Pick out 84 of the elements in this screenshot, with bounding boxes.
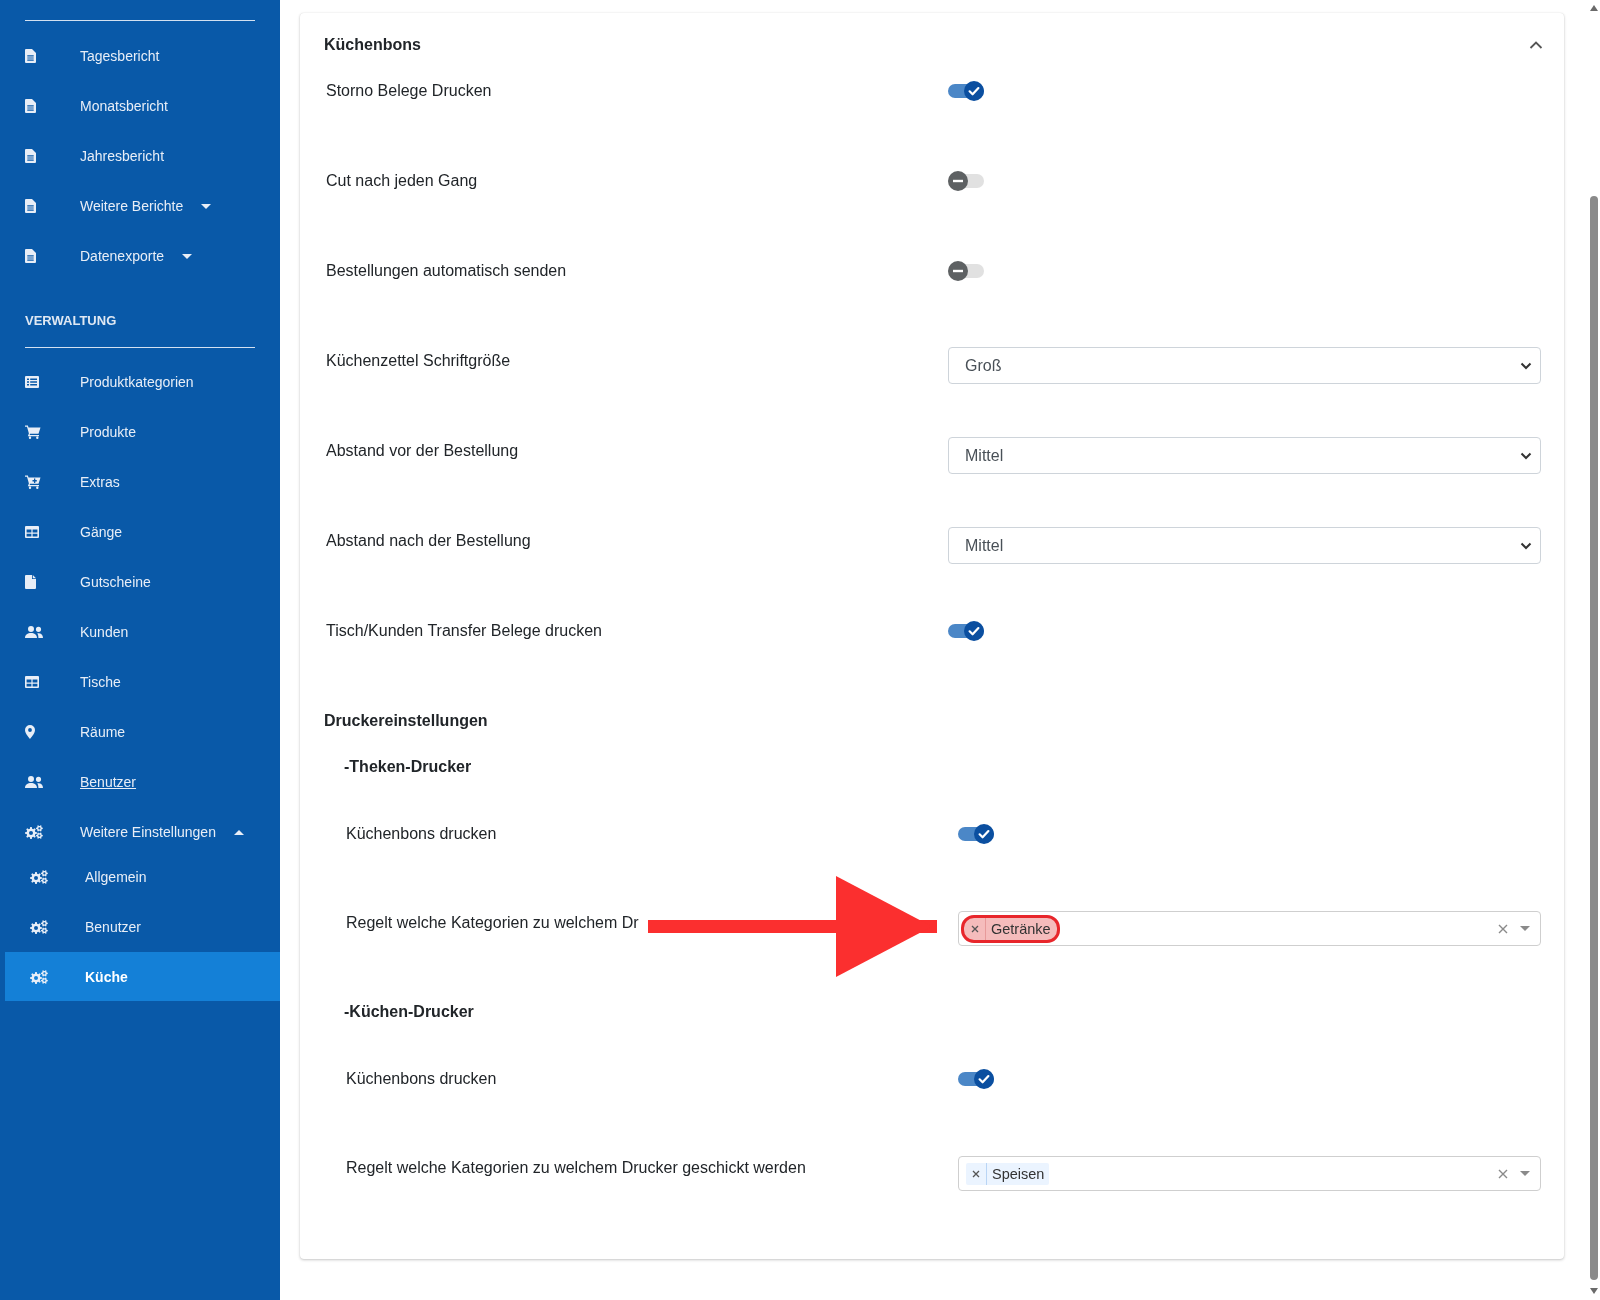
minus-icon: [948, 261, 968, 281]
scrollbar-thumb[interactable]: [1589, 196, 1598, 1280]
nav-item[interactable]: Benutzer: [30, 918, 142, 936]
nav-item[interactable]: Datenexporte: [25, 247, 193, 265]
table-icon: [25, 526, 39, 538]
nav-item[interactable]: Allgemein: [30, 868, 147, 886]
select-field[interactable]: Mittel: [948, 437, 1541, 474]
check-icon: [964, 81, 984, 101]
nav-item[interactable]: Weitere Berichte: [25, 197, 212, 215]
section-title: Druckereinstellungen: [324, 711, 488, 731]
setting-label: Abstand nach der Bestellung: [326, 531, 531, 551]
scroll-down-icon[interactable]: [1589, 1288, 1598, 1294]
setting-label: Storno Belege Drucken: [326, 81, 492, 101]
check-icon: [974, 824, 994, 844]
setting-label: Küchenbons drucken: [346, 1069, 497, 1089]
cart-icon: [25, 425, 41, 439]
document-icon: [25, 249, 36, 263]
category-tag[interactable]: Speisen: [966, 1162, 1050, 1185]
setting-label: Tisch/Kunden Transfer Belege drucken: [326, 621, 602, 641]
nav-item[interactable]: Gänge: [25, 523, 123, 541]
setting-label: Küchenzettel Schriftgröße: [326, 351, 511, 371]
close-icon[interactable]: [971, 924, 979, 933]
nav-item[interactable]: Jahresbericht: [25, 147, 165, 165]
nav-item[interactable]: Benutzer: [25, 773, 137, 791]
multi-select-field[interactable]: Getränke: [958, 911, 1541, 946]
setting-label: Cut nach jeden Gang: [326, 171, 478, 191]
cart-plus-icon: [25, 475, 41, 489]
category-tag[interactable]: Getränke: [965, 917, 1056, 940]
file-icon: [25, 575, 36, 589]
nav-item[interactable]: Küche: [5, 952, 280, 1001]
users-icon: [25, 626, 43, 638]
nav-item[interactable]: Weitere Einstellungen: [25, 823, 244, 841]
check-icon: [974, 1069, 994, 1089]
users-icon: [25, 776, 43, 788]
nav-item[interactable]: Produktkategorien: [25, 373, 194, 391]
select-field[interactable]: Groß: [948, 347, 1541, 384]
caret-icon: [1520, 926, 1530, 931]
nav-item[interactable]: Kunden: [25, 623, 129, 641]
map-pin-icon: [25, 725, 35, 739]
check-icon: [964, 621, 984, 641]
toggle-switch[interactable]: [958, 824, 994, 844]
document-icon: [25, 99, 36, 113]
document-icon: [25, 49, 36, 63]
gears-icon: [30, 969, 48, 984]
setting-label: Abstand vor der Bestellung: [326, 441, 519, 461]
document-icon: [25, 199, 36, 213]
toggle-switch[interactable]: [958, 1069, 994, 1089]
nav-item[interactable]: Tische: [25, 673, 121, 691]
toggle-switch[interactable]: [948, 621, 984, 641]
document-icon: [25, 149, 36, 163]
clear-icon[interactable]: [1498, 1168, 1508, 1179]
setting-label: Bestellungen automatisch senden: [326, 261, 567, 281]
section-heading: VERWALTUNG: [25, 313, 117, 329]
subsection-title: -Küchen-Drucker: [344, 1002, 474, 1022]
section-title: Küchenbons: [324, 35, 421, 55]
nav-item[interactable]: Extras: [25, 473, 120, 491]
toggle-switch[interactable]: [948, 261, 984, 281]
setting-label: Regelt welche Kategorien zu welchem Dr: [346, 913, 639, 933]
clear-icon[interactable]: [1498, 923, 1508, 934]
list-icon: [25, 376, 39, 388]
minus-icon: [948, 171, 968, 191]
setting-label: Küchenbons drucken: [346, 824, 497, 844]
nav-item[interactable]: Gutscheine: [25, 573, 151, 591]
gears-icon: [30, 870, 48, 884]
nav-item[interactable]: Monatsbericht: [25, 97, 168, 115]
select-field[interactable]: Mittel: [948, 527, 1541, 564]
gears-icon: [25, 825, 43, 839]
setting-label: Regelt welche Kategorien zu welchem Drucker geschickt werden: [346, 1158, 806, 1178]
nav-item[interactable]: Räume: [25, 723, 126, 741]
chevron-down-icon: [1520, 541, 1532, 550]
chevron-up-icon[interactable]: [1529, 40, 1543, 50]
table-icon: [25, 676, 39, 688]
toggle-switch[interactable]: [948, 171, 984, 191]
scroll-up-icon[interactable]: [1589, 5, 1598, 11]
subsection-title: -Theken-Drucker: [344, 757, 472, 777]
caret-icon: [1520, 1171, 1530, 1176]
nav-item[interactable]: Produkte: [25, 423, 137, 441]
close-icon[interactable]: [972, 1169, 980, 1178]
chevron-down-icon: [1520, 361, 1532, 370]
gears-icon: [30, 920, 48, 934]
nav-item[interactable]: Tagesbericht: [25, 47, 160, 65]
toggle-switch[interactable]: [948, 81, 984, 101]
multi-select-field[interactable]: Speisen: [958, 1156, 1541, 1191]
chevron-down-icon: [1520, 451, 1532, 460]
